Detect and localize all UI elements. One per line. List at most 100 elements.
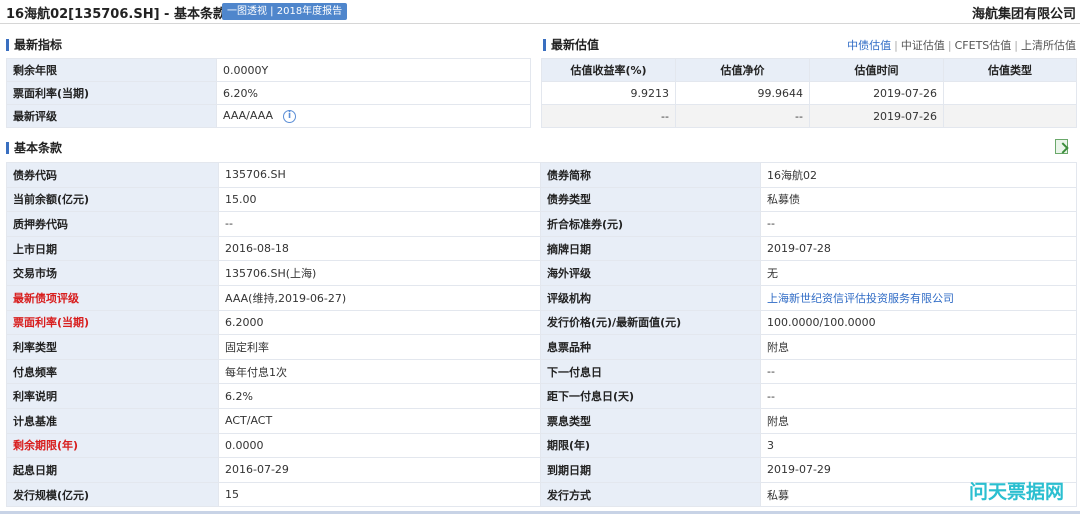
table-row: 最新债项评级 AAA(维持,2019-06-27) 评级机构 上海新世纪资信评估投资服… <box>6 284 1077 311</box>
term-value: 固定利率 <box>218 334 541 360</box>
table-row: 剩余年限 0.0000Y <box>6 58 531 82</box>
term-label: 起息日期 <box>6 457 219 483</box>
term-value: 16海航02 <box>760 162 1077 188</box>
issuer-name[interactable]: 海航集团有限公司 <box>972 3 1076 22</box>
label-latest-rating: 最新评级 <box>6 104 217 128</box>
table-row: 发行规模(亿元) 15 发行方式 私募 <box>6 481 1077 508</box>
table-row: 起息日期 2016-07-29 到期日期 2019-07-29 <box>6 457 1077 483</box>
term-value: 15.00 <box>218 186 541 213</box>
term-value: 6.2000 <box>218 309 541 336</box>
separator: | <box>947 39 952 52</box>
rating-value: AAA/AAA <box>223 109 274 123</box>
term-value: 2016-07-29 <box>218 457 541 483</box>
col-valuation-date: 估值时间 <box>809 58 944 82</box>
tab-cfets-valuation[interactable]: CFETS估值 <box>955 39 1012 52</box>
term-value: 每年付息1次 <box>218 358 541 385</box>
table-row: 上市日期 2016-08-18 摘牌日期 2019-07-28 <box>6 235 1077 262</box>
term-label: 质押券代码 <box>6 211 219 237</box>
term-label: 下一付息日 <box>540 358 761 385</box>
value-coupon-rate: 6.20% <box>216 81 531 105</box>
cell-net-price: 99.9644 <box>675 81 810 105</box>
term-label: 发行方式 <box>540 481 761 508</box>
table-row: 票面利率(当期) 6.2000 发行价格(元)/最新面值(元) 100.0000/10… <box>6 309 1077 336</box>
report-badges[interactable]: 一图透视 | 2018年度报告 <box>222 3 348 20</box>
table-row: 计息基准 ACT/ACT 票息类型 附息 <box>6 407 1077 434</box>
term-label: 当前余额(亿元) <box>6 186 219 213</box>
table-row: 利率类型 固定利率 息票品种 附息 <box>6 334 1077 360</box>
valuation-source-tabs: 中债估值 | 中证估值 | CFETS估值 | 上清所估值 <box>847 37 1076 53</box>
cell-type <box>943 81 1077 105</box>
term-value: 0.0000 <box>218 432 541 459</box>
table-row: 9.9213 99.9644 2019-07-26 <box>541 81 1077 105</box>
separator: | <box>1014 39 1018 52</box>
term-value: 15 <box>218 481 541 508</box>
term-value: -- <box>218 211 541 237</box>
table-row: 票面利率(当期) 6.20% <box>6 81 531 105</box>
term-label: 息票品种 <box>540 334 761 360</box>
term-value: 附息 <box>760 407 1077 434</box>
tab-csi-valuation[interactable]: 中证估值 <box>901 39 945 52</box>
term-value: 3 <box>760 432 1077 459</box>
term-value: 私募债 <box>760 186 1077 213</box>
tab-chinabond-valuation[interactable]: 中债估值 <box>847 39 891 52</box>
term-value: 135706.SH(上海) <box>218 260 541 286</box>
label-coupon-rate: 票面利率(当期) <box>6 81 217 105</box>
term-label: 交易市场 <box>6 260 219 286</box>
term-label: 票息类型 <box>540 407 761 434</box>
latest-indicators-heading: 最新指标 <box>6 35 62 55</box>
cell-type <box>943 104 1077 128</box>
label-remaining-years: 剩余年限 <box>6 58 217 82</box>
valuation-table: 估值收益率(%) 估值净价 估值时间 估值类型 9.9213 99.9644 2… <box>541 58 1077 128</box>
rating-agency-link[interactable]: 上海新世纪资信评估投资服务有限公司 <box>760 284 1077 311</box>
term-label: 利率说明 <box>6 383 219 409</box>
table-row: 当前余额(亿元) 15.00 债券类型 私募债 <box>6 186 1077 213</box>
term-value: 6.2% <box>218 383 541 409</box>
term-value: 100.0000/100.0000 <box>760 309 1077 336</box>
table-row: 交易市场 135706.SH(上海) 海外评级无 <box>6 260 1077 286</box>
term-value: 2016-08-18 <box>218 235 541 262</box>
term-label: 票面利率(当期) <box>6 309 219 336</box>
term-label: 利率类型 <box>6 334 219 360</box>
term-value: 无 <box>760 260 1077 286</box>
info-icon[interactable]: i <box>283 109 297 123</box>
table-row: 债券代码 135706.SH 债券简称 16海航02 <box>6 162 1077 188</box>
term-label: 债券类型 <box>540 186 761 213</box>
table-row: 最新评级 AAA/AAA i <box>6 104 531 128</box>
term-label: 上市日期 <box>6 235 219 262</box>
term-value: 2019-07-28 <box>760 235 1077 262</box>
cell-net-price: -- <box>675 104 810 128</box>
term-label: 发行价格(元)/最新面值(元) <box>540 309 761 336</box>
term-label: 海外评级 <box>540 260 761 286</box>
col-valuation-yield: 估值收益率(%) <box>541 58 676 82</box>
term-value: 135706.SH <box>218 162 541 188</box>
watermark-logo: 问天票据网 <box>968 481 1064 503</box>
export-excel-icon[interactable] <box>1055 139 1068 154</box>
term-label: 付息频率 <box>6 358 219 385</box>
term-label: 距下一付息日(天) <box>540 383 761 409</box>
basic-terms-table: 债券代码 135706.SH 债券简称 16海航02 当前余额(亿元) 15.00 债券类型… <box>6 162 1077 508</box>
term-label: 债券简称 <box>540 162 761 188</box>
tab-shclearing-valuation[interactable]: 上清所估值 <box>1021 39 1076 52</box>
page-title: 16海航02[135706.SH] - 基本条款 <box>6 7 226 22</box>
table-row: 付息频率 每年付息1次 下一付息日 -- <box>6 358 1077 385</box>
term-label: 评级机构 <box>540 284 761 311</box>
title-bar: 16海航02[135706.SH] - 基本条款 一图透视 | 2018年度报告… <box>0 0 1080 24</box>
term-value: 附息 <box>760 334 1077 360</box>
term-label: 剩余期限(年) <box>6 432 219 459</box>
cell-yield: -- <box>541 104 676 128</box>
cell-yield: 9.9213 <box>541 81 676 105</box>
term-value: -- <box>760 211 1077 237</box>
cell-date: 2019-07-26 <box>809 104 944 128</box>
term-label: 期限(年) <box>540 432 761 459</box>
separator: | <box>894 39 898 52</box>
term-label: 折合标准券(元) <box>540 211 761 237</box>
term-label: 到期日期 <box>540 457 761 483</box>
value-remaining-years: 0.0000Y <box>216 58 531 82</box>
cell-date: 2019-07-26 <box>809 81 944 105</box>
term-value: ACT/ACT <box>218 407 541 434</box>
basic-terms-heading: 基本条款 <box>6 138 62 158</box>
table-row: -- -- 2019-07-26 <box>541 104 1077 128</box>
value-latest-rating: AAA/AAA i <box>216 104 531 128</box>
table-row: 剩余期限(年) 0.0000 期限(年) 3 <box>6 432 1077 459</box>
term-value: -- <box>760 358 1077 385</box>
